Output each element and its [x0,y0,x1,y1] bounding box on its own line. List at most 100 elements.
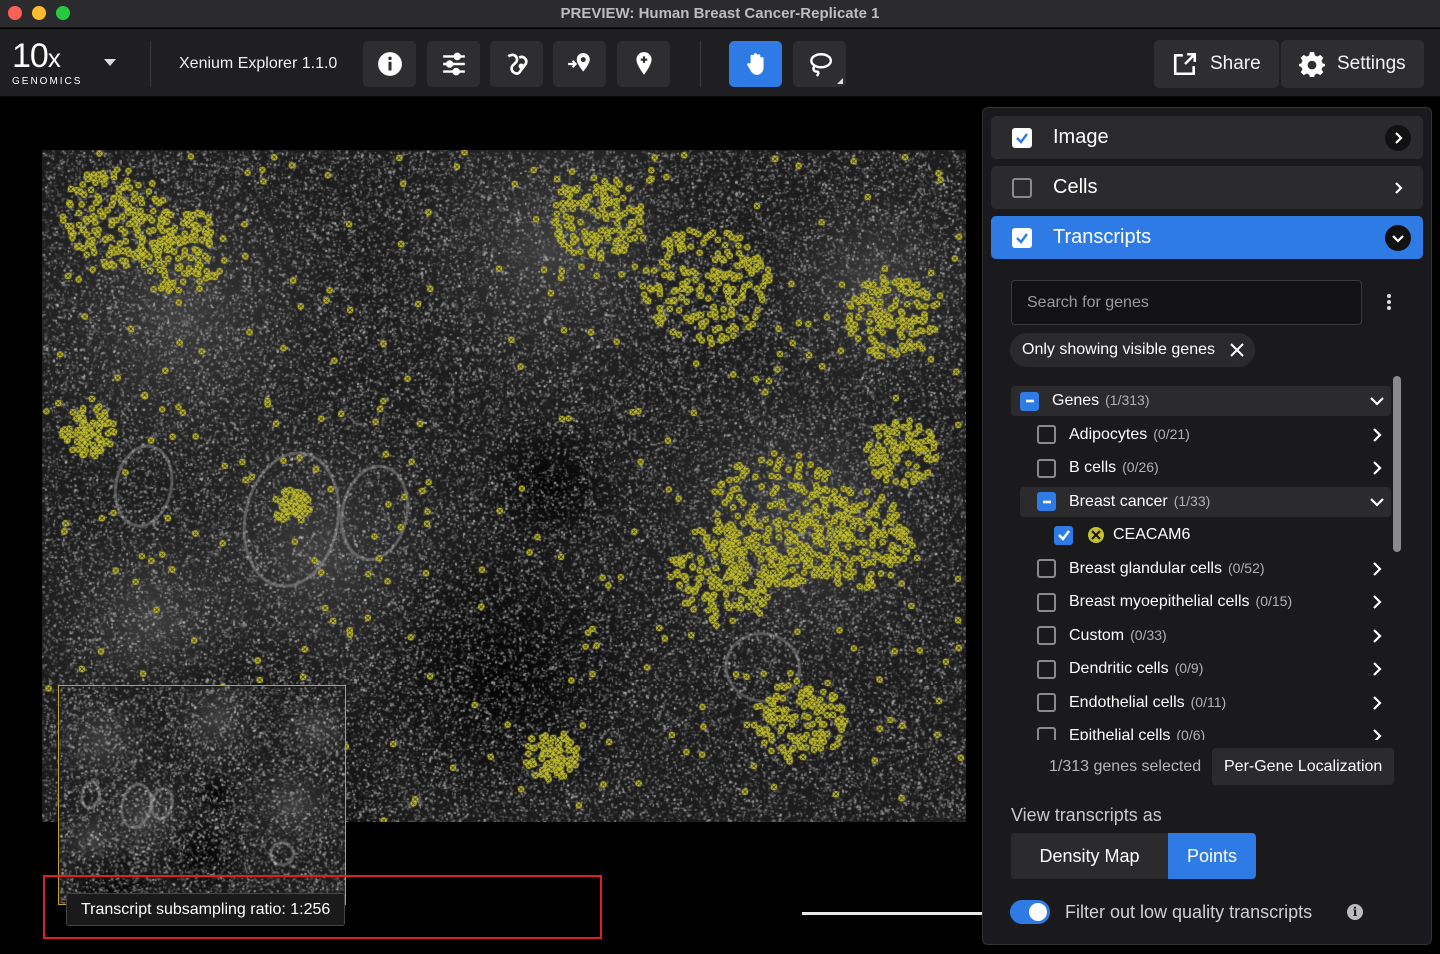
gene-checkbox[interactable] [1020,391,1039,411]
gene-name: Adipocytes [1069,425,1148,443]
add-pin-button[interactable] [617,41,670,87]
genes-selected-count: 1/313 genes selected [1049,758,1202,775]
chevron-right-icon[interactable] [1369,460,1385,476]
gene-row[interactable]: Epithelial cells (0/6) [1011,721,1391,740]
gene-count: (0/33) [1130,626,1167,643]
adjust-button[interactable] [427,41,480,87]
per-gene-localization-button[interactable]: Per-Gene Localization [1212,748,1395,785]
gene-label: Epithelial cells (0/6) [1069,727,1205,740]
settings-label: Settings [1337,53,1406,74]
gene-checkbox[interactable] [1037,458,1056,478]
gene-row[interactable]: Adipocytes (0/21) [1011,420,1391,450]
info-button[interactable] [363,41,416,87]
gene-row[interactable]: Custom (0/33) [1011,621,1391,651]
app-name: Xenium Explorer 1.1.0 [179,55,338,72]
gene-row[interactable]: Dendritic cells (0/9) [1011,654,1391,684]
chevron-right-icon[interactable] [1369,427,1385,443]
chevron-down-icon[interactable] [1385,224,1411,251]
gene-checkbox[interactable] [1037,492,1056,511]
density-map-option[interactable]: Density Map [1011,833,1168,879]
checkmark-icon [1016,132,1028,144]
lasso-tool-button[interactable] [793,41,846,87]
gene-row[interactable]: B cells (0/26) [1011,453,1391,483]
gene-checkbox[interactable] [1037,592,1056,612]
checkmark-icon [1057,530,1070,541]
gene-checkbox[interactable] [1037,659,1056,679]
window-title: PREVIEW: Human Breast Cancer-Replicate 1 [560,5,880,22]
image-checkbox[interactable] [1012,127,1032,148]
more-options-icon[interactable] [1381,290,1397,314]
gene-checkbox[interactable] [1037,693,1056,712]
gene-name: Genes [1052,392,1100,409]
chevron-down-icon[interactable] [1369,494,1385,510]
chevron-right-icon[interactable] [1369,728,1385,740]
gene-checkbox[interactable] [1037,626,1056,645]
gene-row[interactable]: Breast cancer (1/33) [1020,486,1391,517]
filter-chip-label: Only showing visible genes [1022,341,1215,358]
gene-count: (0/15) [1255,593,1293,609]
gene-row[interactable]: Endothelial cells (0/11) [1011,688,1391,718]
chevron-down-icon[interactable] [1369,393,1385,409]
gene-label: Dendritic cells (0/9) [1069,660,1203,678]
chevron-right-icon[interactable] [1369,561,1385,577]
chevron-right-icon[interactable] [1385,124,1411,151]
gene-count: (0/26) [1122,459,1159,475]
gene-checkbox[interactable] [1037,726,1056,740]
gene-list-scrollbar[interactable] [1393,376,1401,552]
window-titlebar: PREVIEW: Human Breast Cancer-Replicate 1 [0,0,1440,28]
tool-options-indicator [837,78,843,84]
sliders-icon [442,52,465,76]
gene-search-input[interactable] [1011,280,1362,325]
app-menu-caret-icon[interactable] [104,59,116,66]
logo-x: x [47,43,61,73]
gene-row[interactable]: Genes (1/313) [1011,386,1391,416]
gene-row[interactable]: Breast myoepithelial cells (0/15) [1011,587,1391,617]
chevron-right-icon[interactable] [1385,175,1411,201]
points-option[interactable]: Points [1168,833,1256,879]
view-transcripts-label: View transcripts as [1011,805,1162,825]
go-to-location-button[interactable] [553,41,606,87]
gene-name: Breast glandular cells [1069,559,1222,577]
pin-icon [635,52,652,75]
section-image[interactable]: Image [991,116,1423,159]
gear-icon [1299,52,1325,77]
section-image-label: Image [1053,126,1109,148]
10x-genomics-logo[interactable]: 10x GENOMICS [12,39,82,87]
section-transcripts[interactable]: Transcripts [991,216,1423,259]
chevron-right-icon[interactable] [1369,695,1385,711]
gene-checkbox[interactable] [1037,425,1056,444]
minimap[interactable] [58,685,346,905]
gene-row[interactable]: Breast glandular cells (0/52) [1011,554,1391,584]
cells-checkbox[interactable] [1012,177,1032,198]
pan-tool-button[interactable] [729,41,782,87]
gene-checkbox[interactable] [1054,525,1073,545]
toolbar-divider [700,41,701,87]
gene-name: Breast cancer [1069,492,1168,510]
gene-label: Custom (0/33) [1069,627,1167,645]
low-quality-filter-toggle[interactable] [1010,900,1050,924]
cell-segmentation-button[interactable] [490,41,543,87]
info-icon[interactable]: i [1347,904,1363,920]
low-quality-filter-label: Filter out low quality transcripts [1065,902,1313,922]
gene-label: Adipocytes (0/21) [1069,426,1190,444]
gene-color-swatch-icon[interactable] [1088,527,1104,543]
chevron-right-icon[interactable] [1369,661,1385,677]
section-cells[interactable]: Cells [991,166,1423,209]
gene-label: Endothelial cells (0/11) [1069,694,1226,712]
share-button[interactable]: Share [1154,40,1279,88]
gene-name: Endothelial cells [1069,693,1185,711]
lasso-icon [809,53,832,77]
gene-checkbox[interactable] [1037,559,1056,578]
section-cells-label: Cells [1053,176,1098,198]
hand-pan-icon [746,53,764,75]
transcripts-checkbox[interactable] [1012,227,1032,248]
settings-button[interactable]: Settings [1281,40,1424,88]
close-icon[interactable] [1229,342,1245,358]
info-icon [377,52,402,76]
gene-count: (0/52) [1227,559,1265,576]
chevron-right-icon[interactable] [1369,628,1385,644]
visible-genes-filter-chip[interactable]: Only showing visible genes [1010,333,1255,367]
gene-row[interactable]: CEACAM6 [1011,520,1391,550]
gene-label: Genes (1/313) [1052,392,1150,410]
chevron-right-icon[interactable] [1369,594,1385,610]
